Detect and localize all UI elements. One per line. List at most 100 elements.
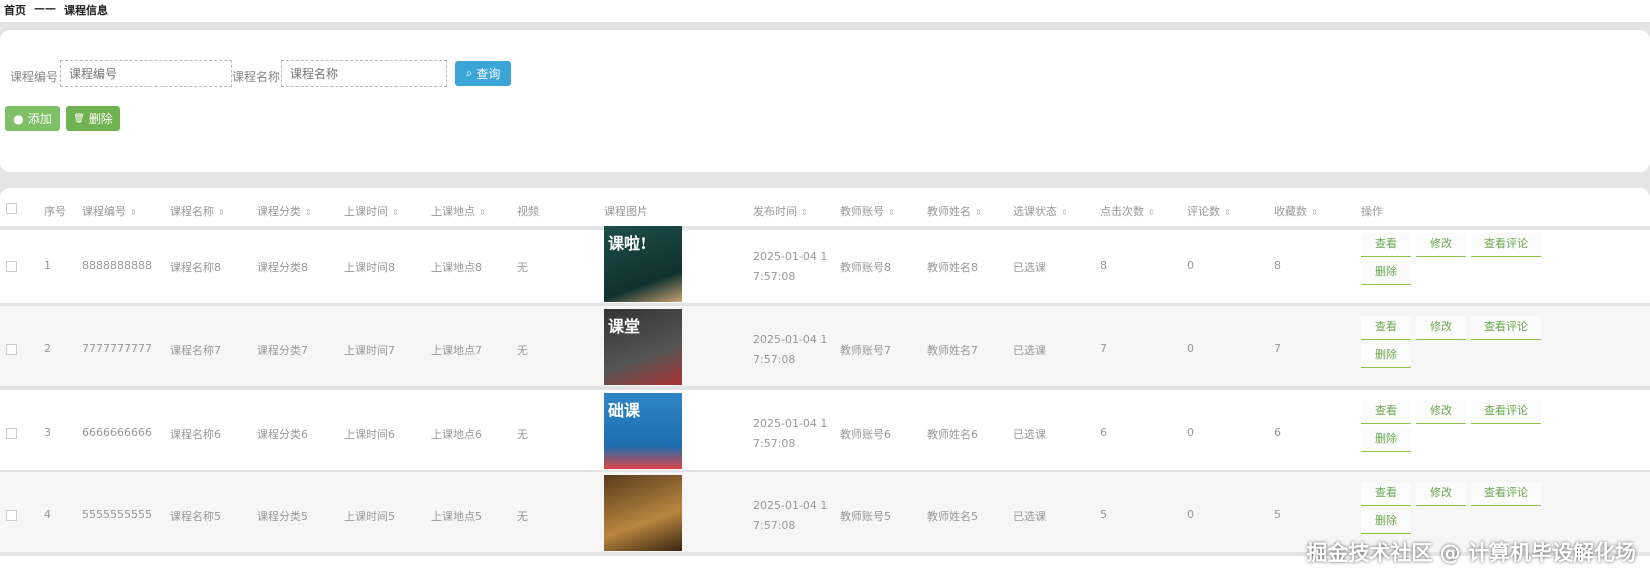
col-teacher-account[interactable]: 教师账号 ⇕	[840, 203, 895, 219]
class-place: 上课地点5	[431, 510, 482, 523]
class-time: 上课时间8	[344, 261, 395, 274]
sort-icon: ⇕	[479, 208, 486, 217]
class-time: 上课时间6	[344, 428, 395, 441]
view-comments-button[interactable]: 查看评论	[1471, 233, 1541, 257]
col-clicks[interactable]: 点击次数 ⇕	[1100, 203, 1155, 219]
col-place[interactable]: 上课地点 ⇕	[431, 203, 486, 219]
col-favorites[interactable]: 收藏数 ⇕	[1274, 203, 1318, 219]
click-count: 7	[1100, 342, 1107, 355]
view-button[interactable]: 查看	[1361, 233, 1411, 257]
row-checkbox[interactable]	[6, 510, 17, 521]
row-index: 2	[44, 342, 51, 355]
col-actions: 操作	[1361, 205, 1383, 218]
teacher-account: 教师账号5	[840, 510, 891, 523]
course-category: 课程分类5	[257, 510, 308, 523]
add-button[interactable]: ● 添加	[5, 106, 60, 131]
course-name-label: 课程名称	[232, 70, 281, 84]
search-button[interactable]: ⌕ 查询	[455, 61, 511, 86]
select-all-checkbox[interactable]	[6, 203, 17, 214]
edit-button[interactable]: 修改	[1416, 400, 1466, 424]
col-name[interactable]: 课程名称 ⇕	[170, 203, 225, 219]
col-category[interactable]: 课程分类 ⇕	[257, 203, 312, 219]
table-row: 1 8888888888 课程名称8 课程分类8 上课时间8 上课地点8 无 课啦! 202…	[0, 223, 1650, 307]
edit-button[interactable]: 修改	[1416, 316, 1466, 340]
course-category: 课程分类8	[257, 261, 308, 274]
col-status[interactable]: 选课状态 ⇕	[1013, 203, 1068, 219]
video: 无	[517, 428, 528, 441]
row-delete-button[interactable]: 删除	[1361, 261, 1411, 285]
course-table: 序号 课程编号 ⇕ 课程名称 ⇕ 课程分类 ⇕ 上课时间 ⇕ 上课地点 ⇕ 视频 课程图片…	[0, 188, 1650, 588]
row-delete-button[interactable]: 删除	[1361, 428, 1411, 452]
teacher-account: 教师账号6	[840, 428, 891, 441]
col-index: 序号	[44, 205, 66, 218]
course-code-label: 课程编号	[10, 70, 59, 84]
search-icon: ⌕	[465, 66, 473, 80]
comment-count: 0	[1187, 342, 1194, 355]
course-code: 5555555555	[82, 508, 152, 521]
favorite-count: 6	[1274, 426, 1281, 439]
row-checkbox[interactable]	[6, 344, 17, 355]
class-place: 上课地点6	[431, 428, 482, 441]
breadcrumb-home[interactable]: 首页	[4, 2, 26, 20]
col-comments[interactable]: 评论数 ⇕	[1187, 203, 1231, 219]
click-count: 6	[1100, 426, 1107, 439]
class-place: 上课地点7	[431, 344, 482, 357]
table-row: 3 6666666666 课程名称6 课程分类6 上课时间6 上课地点6 无 础课 2025…	[0, 390, 1650, 474]
view-comments-button[interactable]: 查看评论	[1471, 482, 1541, 506]
plus-circle-icon: ●	[13, 111, 24, 126]
class-time: 上课时间7	[344, 344, 395, 357]
view-comments-button[interactable]: 查看评论	[1471, 400, 1541, 424]
col-time[interactable]: 上课时间 ⇕	[344, 203, 399, 219]
view-button[interactable]: 查看	[1361, 482, 1411, 506]
sort-icon: ⇕	[1311, 208, 1318, 217]
sort-icon: ⇕	[1148, 208, 1155, 217]
comment-count: 0	[1187, 508, 1194, 521]
course-name: 课程名称7	[170, 344, 221, 357]
course-name-input[interactable]	[281, 60, 447, 87]
favorite-count: 5	[1274, 508, 1281, 521]
teacher-name: 教师姓名7	[927, 344, 978, 357]
delete-button-label: 删除	[88, 112, 113, 126]
breadcrumb-separator: ——	[34, 2, 56, 15]
course-name: 课程名称6	[170, 428, 221, 441]
sort-icon: ⇕	[1061, 208, 1068, 217]
sort-icon: ⇕	[888, 208, 895, 217]
comment-count: 0	[1187, 259, 1194, 272]
publish-time: 2025-01-04 1 7:57:08	[753, 250, 828, 283]
sort-icon: ⇕	[975, 208, 982, 217]
course-category: 课程分类6	[257, 428, 308, 441]
watermark: 掘金技术社区 @ 计算机毕设解化场	[1306, 541, 1636, 565]
breadcrumb: 首页 —— 课程信息	[0, 0, 1650, 22]
teacher-account: 教师账号7	[840, 344, 891, 357]
course-image	[604, 475, 682, 551]
row-checkbox[interactable]	[6, 428, 17, 439]
view-button[interactable]: 查看	[1361, 400, 1411, 424]
col-code[interactable]: 课程编号 ⇕	[82, 203, 137, 219]
edit-button[interactable]: 修改	[1416, 233, 1466, 257]
video: 无	[517, 261, 528, 274]
view-comments-button[interactable]: 查看评论	[1471, 316, 1541, 340]
view-button[interactable]: 查看	[1361, 316, 1411, 340]
video: 无	[517, 344, 528, 357]
table-row: 2 7777777777 课程名称7 课程分类7 上课时间7 上课地点7 无 课堂 2025…	[0, 306, 1650, 390]
col-publish-time[interactable]: 发布时间 ⇕	[753, 203, 808, 219]
publish-time: 2025-01-04 1 7:57:08	[753, 333, 828, 366]
video: 无	[517, 510, 528, 523]
delete-button[interactable]: 🗑 删除	[66, 106, 120, 131]
course-status: 已选课	[1013, 261, 1046, 274]
search-panel: 课程编号 课程名称 ⌕查询 ●添加 🗑删除	[0, 30, 1650, 172]
sort-icon: ⇕	[392, 208, 399, 217]
edit-button[interactable]: 修改	[1416, 482, 1466, 506]
row-checkbox[interactable]	[6, 261, 17, 272]
col-video: 视频	[517, 205, 539, 218]
sort-icon: ⇕	[218, 208, 225, 217]
row-delete-button[interactable]: 删除	[1361, 510, 1411, 534]
course-image: 课堂	[604, 309, 682, 385]
col-teacher-name[interactable]: 教师姓名 ⇕	[927, 203, 982, 219]
publish-time: 2025-01-04 1 7:57:08	[753, 417, 828, 450]
course-code-input[interactable]	[60, 60, 232, 87]
row-delete-button[interactable]: 删除	[1361, 344, 1411, 368]
class-place: 上课地点8	[431, 261, 482, 274]
sort-icon: ⇕	[1224, 208, 1231, 217]
click-count: 8	[1100, 259, 1107, 272]
